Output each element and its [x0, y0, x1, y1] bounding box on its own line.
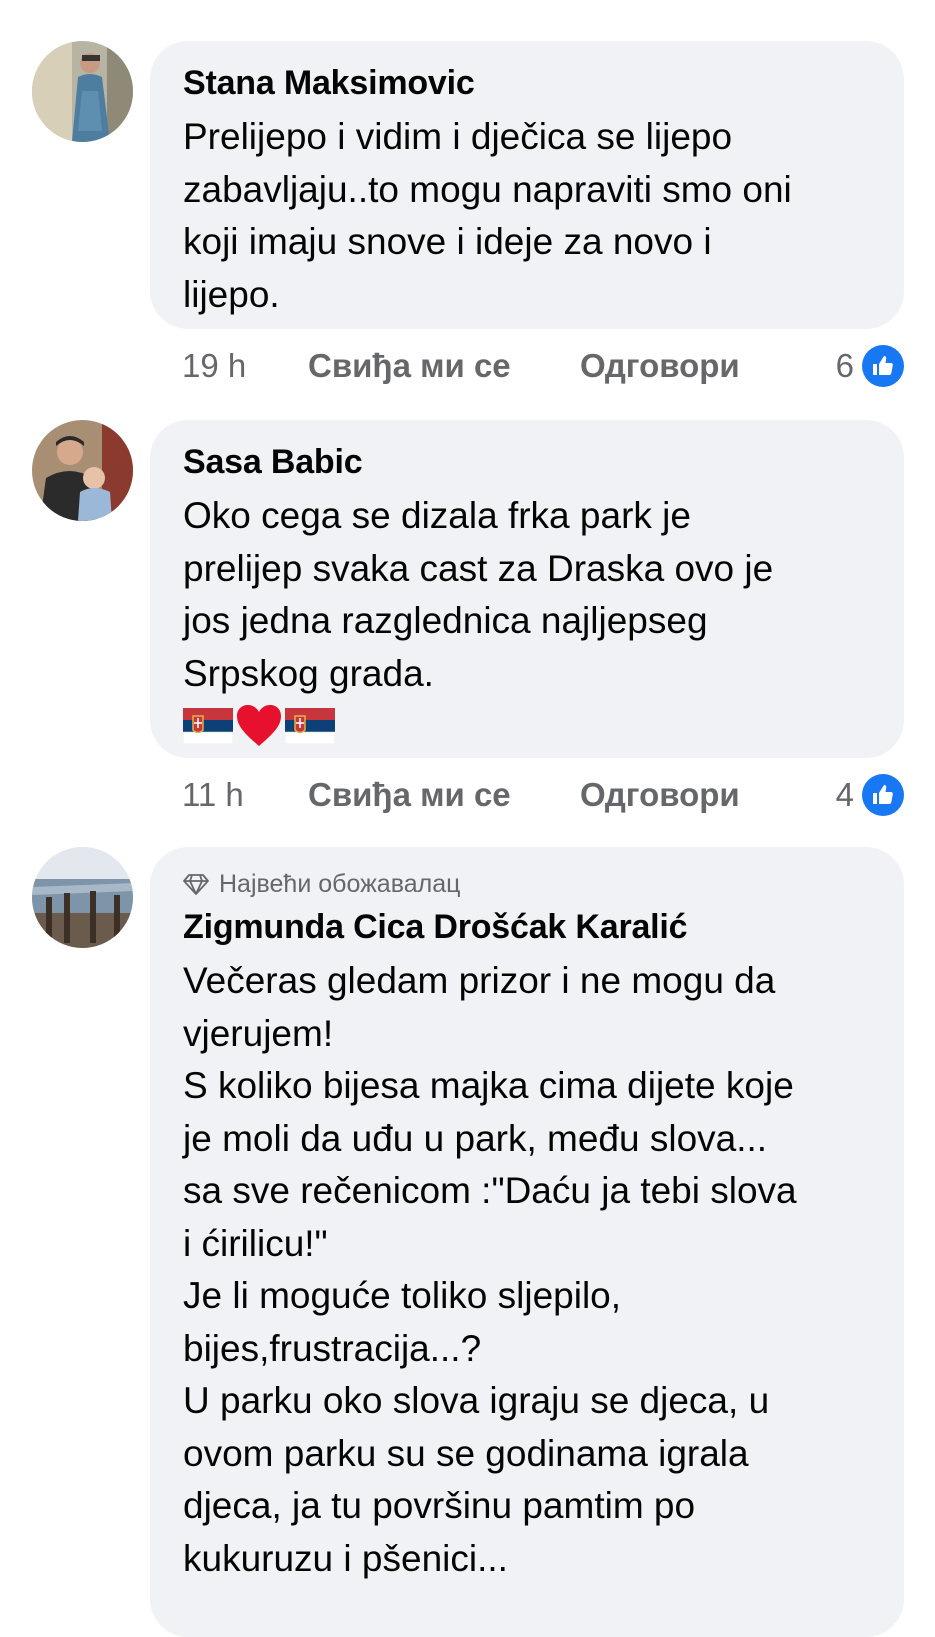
comment-bubble: Sasa Babic Oko cega se dizala frka park … — [150, 420, 904, 758]
thumbs-up-icon — [862, 345, 904, 387]
serbia-flag-icon — [182, 707, 234, 749]
comment-actions: 19 h Свиђа ми се Одговори 6 — [182, 344, 904, 388]
comment-bubble: Највећи обожавалац Zigmunda Cica Drošćak… — [150, 847, 904, 1637]
like-button[interactable]: Свиђа ми се — [308, 776, 580, 814]
comment-bubble: Stana Maksimovic Prelijepo i vidim i dje… — [150, 41, 904, 329]
reaction-summary[interactable]: 4 — [836, 773, 904, 817]
comment-author[interactable]: Sasa Babic — [183, 442, 874, 482]
reaction-count: 4 — [835, 776, 854, 813]
like-button[interactable]: Свиђа ми се — [308, 347, 580, 385]
reaction-summary[interactable]: 6 — [836, 344, 904, 388]
diamond-icon — [183, 873, 209, 895]
avatar[interactable] — [32, 847, 133, 948]
reply-button[interactable]: Одговори — [580, 776, 740, 814]
comment-timestamp[interactable]: 11 h — [182, 776, 308, 814]
serbia-flag-icon — [284, 707, 336, 749]
top-fan-badge[interactable]: Највећи обожавалац — [183, 869, 874, 899]
avatar[interactable] — [32, 41, 133, 142]
comment-author[interactable]: Zigmunda Cica Drošćak Karalić — [183, 907, 874, 947]
comment-text: Prelijepo i vidim i dječica se lijepo za… — [183, 116, 792, 315]
emoji-row — [182, 702, 874, 755]
comment-text: Oko cega se dizala frka park je prelijep… — [183, 495, 774, 694]
avatar[interactable] — [32, 420, 133, 521]
comment-author[interactable]: Stana Maksimovic — [183, 63, 874, 103]
red-heart-icon — [235, 702, 283, 755]
badge-label: Највећи обожавалац — [219, 870, 461, 898]
reply-button[interactable]: Одговори — [580, 347, 740, 385]
thumbs-up-icon — [862, 774, 904, 816]
comment-actions: 11 h Свиђа ми се Одговори 4 — [182, 773, 904, 817]
reaction-count: 6 — [835, 347, 854, 384]
comment-timestamp[interactable]: 19 h — [182, 347, 308, 385]
comment-text: Večeras gledam prizor i ne mogu da vjeru… — [183, 960, 797, 1579]
